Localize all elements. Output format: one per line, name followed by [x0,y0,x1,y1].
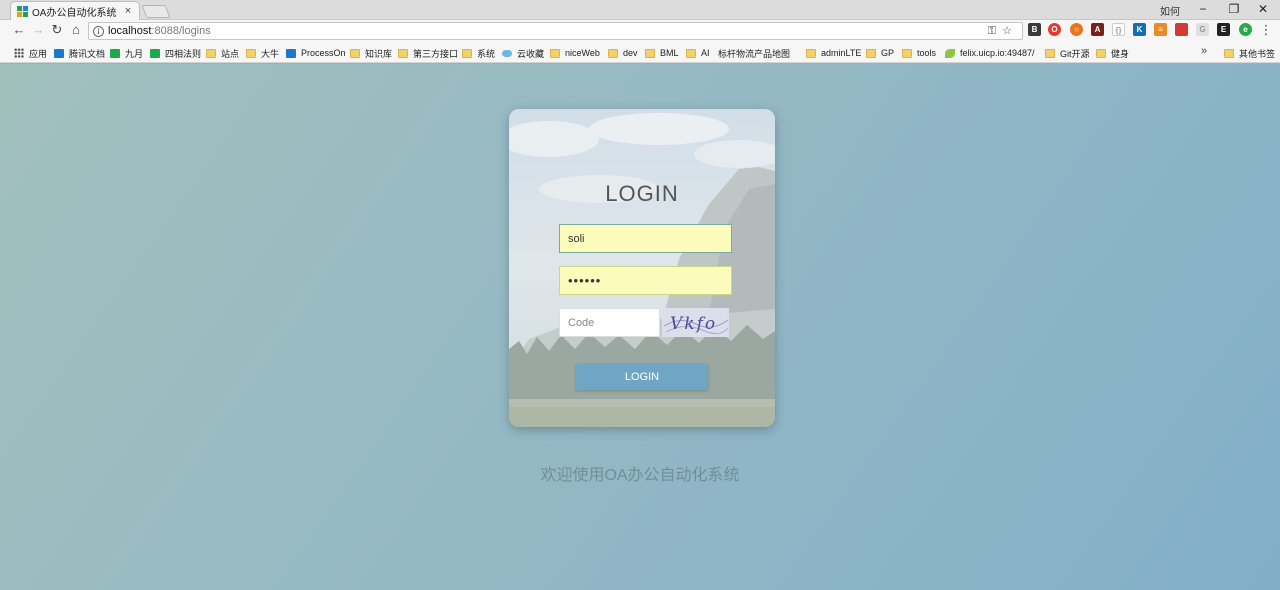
tab-strip: OA办公自动化系统 × 如何 − ❐ ✕ [0,0,1280,20]
bookmark-item[interactable]: AI [686,46,710,60]
bookmark-item[interactable]: adminLTE [806,46,861,60]
navigation-bar: ← → ↻ ⌂ i localhost:8088/logins ⚿☆ B O ○… [0,20,1280,42]
bookmark-item[interactable]: 站点 [206,46,239,60]
back-arrow-icon[interactable]: ← [11,22,27,38]
window-close-button[interactable]: ✕ [1248,0,1278,18]
bookmark-item-other[interactable]: 其他书签 [1224,46,1275,60]
bookmark-item[interactable]: 系统 [462,46,495,60]
extension-orange-icon[interactable]: ○ [1070,23,1083,36]
login-title: LOGIN [605,181,679,206]
login-page: LOGIN Vkfo LOGIN 欢迎使用OA办公自动化系统 [0,64,1280,590]
welcome-message: 欢迎使用OA办公自动化系统 [540,467,740,484]
bookmark-item[interactable]: 标杆物流产品地图 [718,46,790,120]
bookmark-item[interactable]: felix.uicp.io:49487/ [945,46,1035,60]
folder-icon [806,48,816,58]
folder-icon [1045,48,1055,58]
login-card: LOGIN Vkfo LOGIN [509,109,775,427]
folder-icon [246,48,256,58]
captcha-image[interactable]: Vkfo [662,308,729,337]
bookmark-item[interactable]: niceWeb [550,46,600,60]
bookmark-item[interactable]: 知识库 [350,46,392,60]
star-icon[interactable]: ☆ [1002,25,1018,37]
extension-evernote-icon[interactable]: e [1239,23,1252,36]
extension-b-icon[interactable]: B [1028,23,1041,36]
close-icon[interactable]: × [123,5,133,17]
info-icon[interactable]: i [93,25,104,37]
extension-e-icon[interactable]: E [1217,23,1230,36]
captcha-code-input[interactable] [559,308,660,337]
login-button[interactable]: LOGIN [576,364,708,390]
window-user-label[interactable]: 如何 [1160,3,1180,18]
cloud-icon [502,49,512,57]
extension-pdf-icon[interactable]: A [1091,23,1104,36]
reload-icon[interactable]: ↻ [49,22,65,38]
folder-icon [462,48,472,58]
bookmark-item[interactable]: 应用 [14,46,47,60]
folder-icon [1096,48,1106,58]
bookmark-item[interactable]: 健身 [1096,46,1129,60]
url-host: localhost [108,25,152,37]
bookmark-item[interactable]: 腾讯文档 [54,46,105,60]
password-input[interactable] [559,266,732,295]
folder-icon [902,48,912,58]
minimize-button[interactable]: − [1188,0,1218,18]
apps-icon [14,48,24,58]
bookmark-item[interactable]: dev [608,46,638,60]
forward-arrow-icon[interactable]: → [30,22,46,38]
extension-red-icon[interactable] [1175,23,1188,36]
folder-icon [686,48,696,58]
folder-icon [1224,48,1234,58]
restore-button[interactable]: ❐ [1219,0,1249,18]
folder-icon [866,48,876,58]
username-input[interactable] [559,224,732,253]
folder-icon [550,48,560,58]
bookmark-item[interactable]: ProcessOn [286,46,346,60]
bookmark-item[interactable]: 四相法则 [150,46,201,60]
bookmark-item[interactable]: 大牛 [246,46,279,60]
bookmark-item[interactable]: tools [902,46,936,60]
bookmark-item[interactable]: 云收藏 [502,46,544,60]
bookmark-item[interactable]: GP [866,46,894,60]
bookmark-item[interactable]: Git开源 [1045,46,1090,60]
extension-json-icon[interactable]: {} [1112,23,1125,36]
folder-icon [645,48,655,58]
bookmark-icon [286,48,296,58]
browser-tab[interactable]: OA办公自动化系统 × [10,1,140,20]
new-tab-button[interactable] [141,5,171,18]
menu-icon[interactable]: ⋮ [1258,22,1274,38]
extension-k-icon[interactable]: K [1133,23,1146,36]
extension-opera-icon[interactable]: O [1048,23,1061,36]
folder-icon [608,48,618,58]
folder-icon [398,48,408,58]
bookmarks-overflow-icon[interactable]: » [1201,45,1207,57]
extension-translate-icon[interactable]: ≡ [1154,23,1167,36]
bookmark-item[interactable]: 第三方接口 [398,46,458,60]
home-icon[interactable]: ⌂ [68,22,84,38]
folder-icon [206,48,216,58]
bookmark-icon [110,48,120,58]
app-grid-icon [17,5,28,17]
bookmark-icon [54,48,64,58]
bookmark-icon [150,48,160,58]
extension-grey-icon[interactable]: G [1196,23,1209,36]
tab-title: OA办公自动化系统 [32,7,117,19]
folder-icon [350,48,360,58]
address-bar[interactable]: i localhost:8088/logins ⚿☆ [88,22,1023,40]
leaf-icon [945,48,955,58]
bookmark-item[interactable]: BML [645,46,679,60]
key-icon[interactable]: ⚿ [988,25,1002,37]
bookmarks-bar: 应用 腾讯文档 九月 四相法则 站点 大牛 ProcessOn 知识库 第三方接… [0,42,1280,120]
bookmark-item[interactable]: 九月 [110,46,143,60]
captcha-text: Vkfo [670,314,717,334]
url-path: :8088/logins [151,25,211,37]
